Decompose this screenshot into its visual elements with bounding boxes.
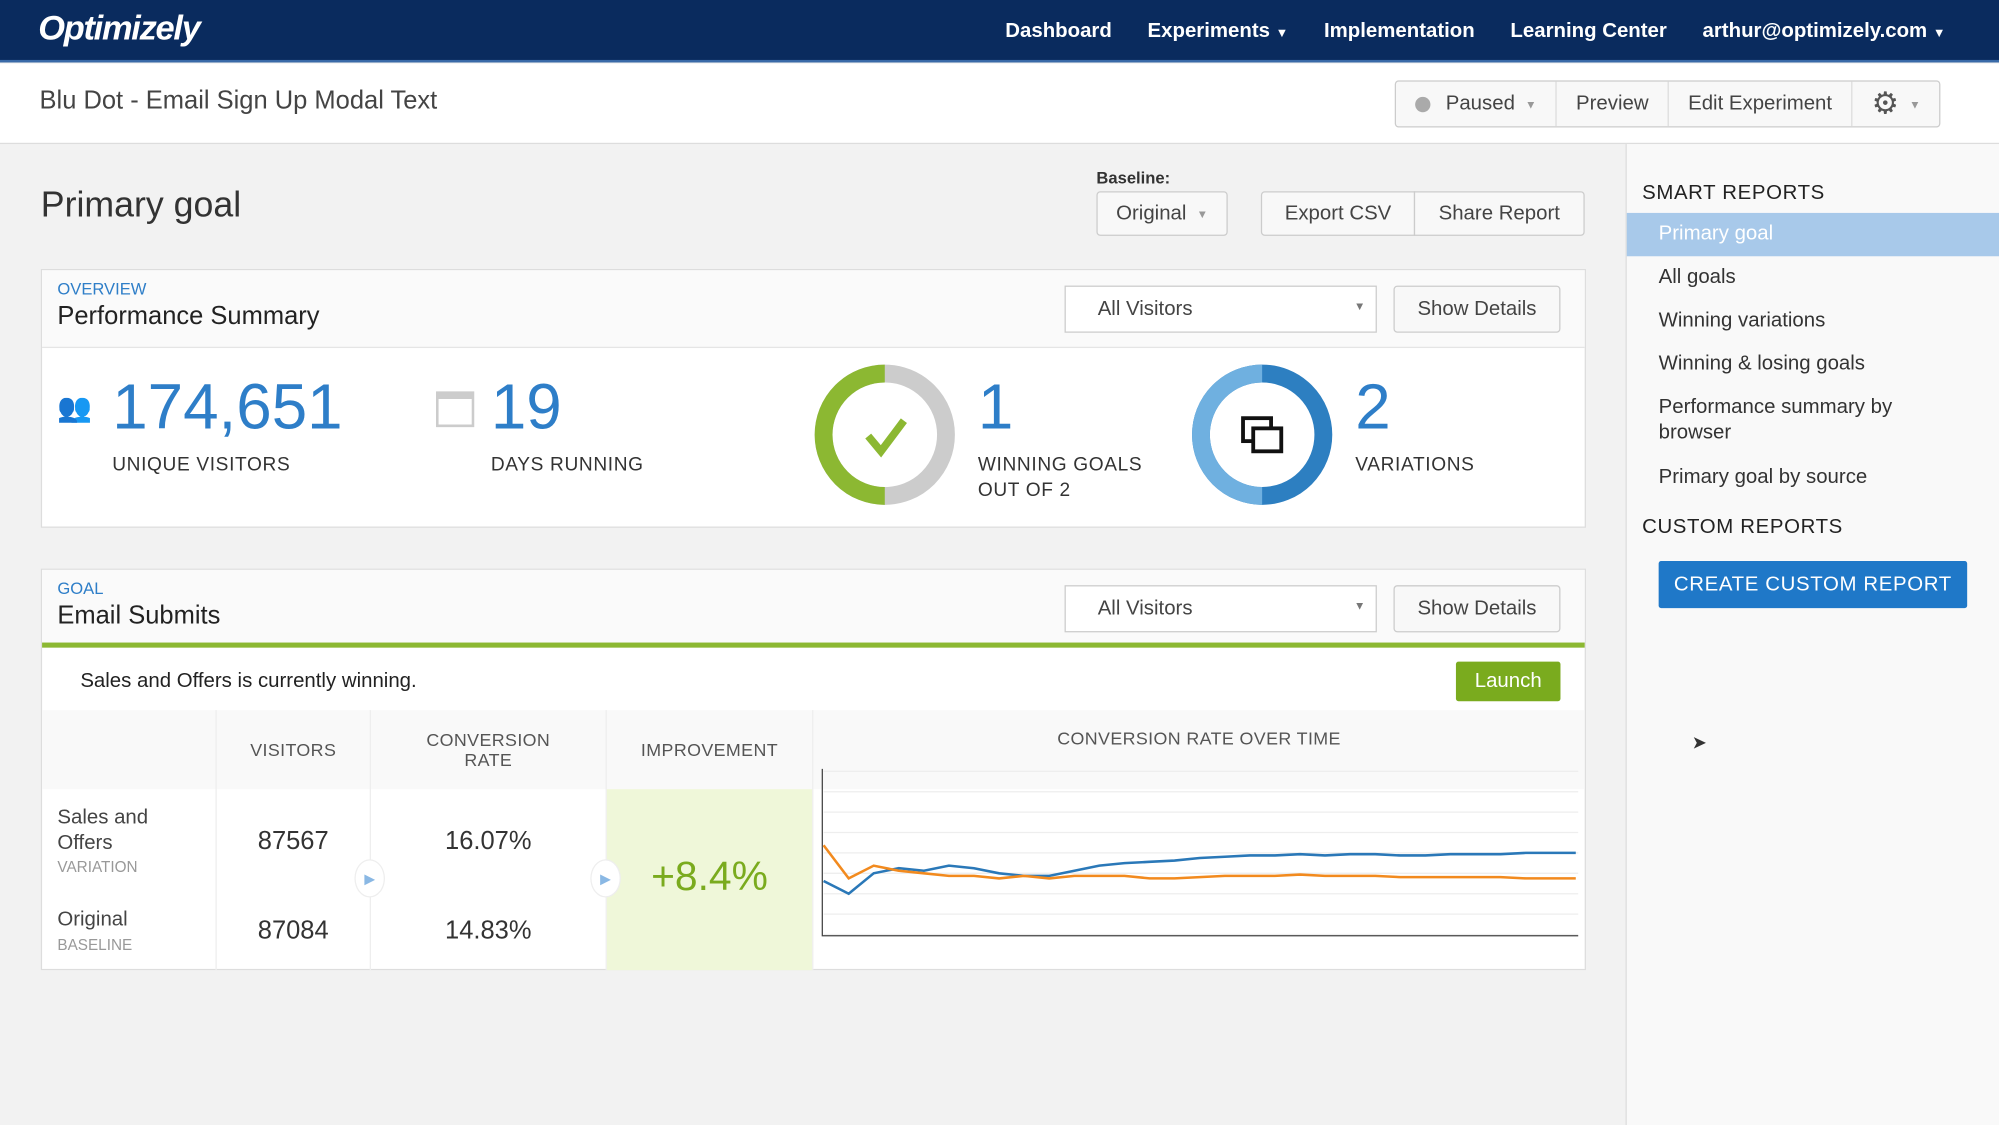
launch-button[interactable]: Launch [1455,661,1561,702]
audience-select[interactable]: All Visitors ▼ [1064,285,1377,333]
baseline-label: Baseline: [1096,168,1171,188]
sidebar-item-all-goals[interactable]: All goals [1627,256,1999,299]
status-dropdown[interactable]: Paused ▼ [1396,81,1557,127]
caret-down-icon: ▼ [1275,26,1289,41]
status-dot-icon [1415,96,1431,112]
checkmark-icon [865,418,907,458]
experiment-header: Blu Dot - Email Sign Up Modal Text Pause… [0,63,1999,145]
conversion-rate-value: 14.83% [445,916,532,945]
user-email: arthur@optimizely.com [1702,19,1928,42]
performance-summary-panel: OVERVIEW Performance Summary All Visitor… [40,269,1586,528]
calendar-icon [436,391,475,428]
sidebar-item-primary-goal[interactable]: Primary goal [1626,212,1999,257]
sidebar-item-winning-losing-goals[interactable]: Winning & losing goals [1627,343,1999,386]
show-details-button[interactable]: Show Details [1393,285,1561,333]
visitors-value: 87567 [257,827,329,856]
mouse-cursor-icon: ➤ [1691,731,1707,753]
users-icon: 👥 [57,391,93,424]
status-label: Paused [1445,92,1515,115]
conversion-rate-chart [821,768,1579,937]
nav-experiments-label: Experiments [1147,19,1270,42]
variations-value: 2 [1355,370,1391,443]
variations-label: VARIATIONS [1355,453,1475,476]
col-visitors: VISITORS [250,739,337,760]
play-arrow-icon[interactable]: ▶ [590,859,621,898]
winning-goals-sublabel: OUT OF 2 [977,479,1071,502]
edit-experiment-button[interactable]: Edit Experiment [1669,81,1853,127]
conversion-rate-value: 16.07% [445,827,532,856]
winning-message: Sales and Offers is currently winning. [80,670,417,693]
winning-goals-label: WINNING GOALS [977,453,1143,476]
page-title: Primary goal [40,184,242,225]
visitors-value: 87084 [257,916,329,945]
unique-visitors-label: UNIQUE VISITORS [112,453,291,476]
goal-audience-select[interactable]: All Visitors ▼ [1064,585,1377,633]
top-nav: Optimizely Dashboard Experiments ▼ Imple… [0,0,1999,63]
sidebar-item-primary-goal-by-source[interactable]: Primary goal by source [1627,456,1999,499]
experiment-title: Blu Dot - Email Sign Up Modal Text [39,86,438,115]
smart-reports-heading: SMART REPORTS [1642,182,1825,204]
preview-button[interactable]: Preview [1557,81,1669,127]
goal-show-details-button[interactable]: Show Details [1393,585,1561,633]
variations-donut [1192,364,1333,505]
settings-dropdown[interactable]: ⚙ ▼ [1852,82,1939,127]
share-report-button[interactable]: Share Report [1413,191,1585,236]
col-conversion-rate: CONVERSION RATE [371,718,606,782]
col-conversion-over-time: CONVERSION RATE OVER TIME [1057,727,1341,749]
sidebar-item-performance-by-browser[interactable]: Performance summary by browser [1627,386,1946,455]
nav-experiments[interactable]: Experiments ▼ [1148,20,1289,43]
winning-goals-value: 1 [977,370,1014,443]
unique-visitors-value: 174,651 [112,370,343,443]
caret-down-icon: ▼ [1909,97,1921,111]
caret-down-icon: ▼ [1354,599,1366,612]
optimizely-logo[interactable]: Optimizely [38,9,201,49]
audience-value: All Visitors [1097,597,1193,619]
nav-learning-center[interactable]: Learning Center [1510,20,1666,43]
baseline-dropdown[interactable]: Original ▼ [1096,191,1228,236]
export-csv-button[interactable]: Export CSV [1260,191,1416,236]
col-conversion-line2: RATE [464,749,513,771]
days-running-value: 19 [490,370,562,443]
goal-eyebrow: GOAL [57,578,104,598]
create-custom-report-button[interactable]: CREATE CUSTOM REPORT [1658,560,1968,609]
variation-type: BASELINE [57,935,133,954]
col-conversion-line1: CONVERSION [426,729,551,750]
nav-implementation[interactable]: Implementation [1324,20,1475,43]
improvement-value: +8.4% [651,852,768,899]
email-submits-panel: GOAL Email Submits All Visitors ▼ Show De… [40,568,1586,971]
gear-icon: ⚙ [1871,86,1900,122]
custom-reports-heading: CUSTOM REPORTS [1642,516,1843,539]
col-improvement: IMPROVEMENT [640,739,779,760]
sidebar: SMART REPORTS Primary goal All goals Win… [1625,144,1999,1125]
variation-type: VARIATION [57,858,138,876]
variation-name: Original [57,909,128,931]
goal-title: Email Submits [57,601,221,630]
sidebar-item-winning-variations[interactable]: Winning variations [1627,300,1999,343]
days-running-label: DAYS RUNNING [490,453,644,476]
caret-down-icon: ▼ [1354,299,1366,313]
caret-down-icon: ▼ [1525,97,1537,111]
overview-eyebrow: OVERVIEW [57,279,147,299]
winning-goals-donut [814,364,955,505]
user-menu[interactable]: arthur@optimizely.com ▼ [1703,20,1946,43]
play-arrow-icon[interactable]: ▶ [354,859,386,898]
nav-dashboard[interactable]: Dashboard [1005,20,1112,43]
caret-down-icon: ▼ [1932,26,1946,41]
caret-down-icon: ▼ [1196,207,1209,220]
baseline-value: Original [1116,202,1187,224]
audience-value: All Visitors [1097,297,1193,320]
panel-title: Performance Summary [57,302,320,331]
variation-name: Sales and Offers [57,807,149,855]
